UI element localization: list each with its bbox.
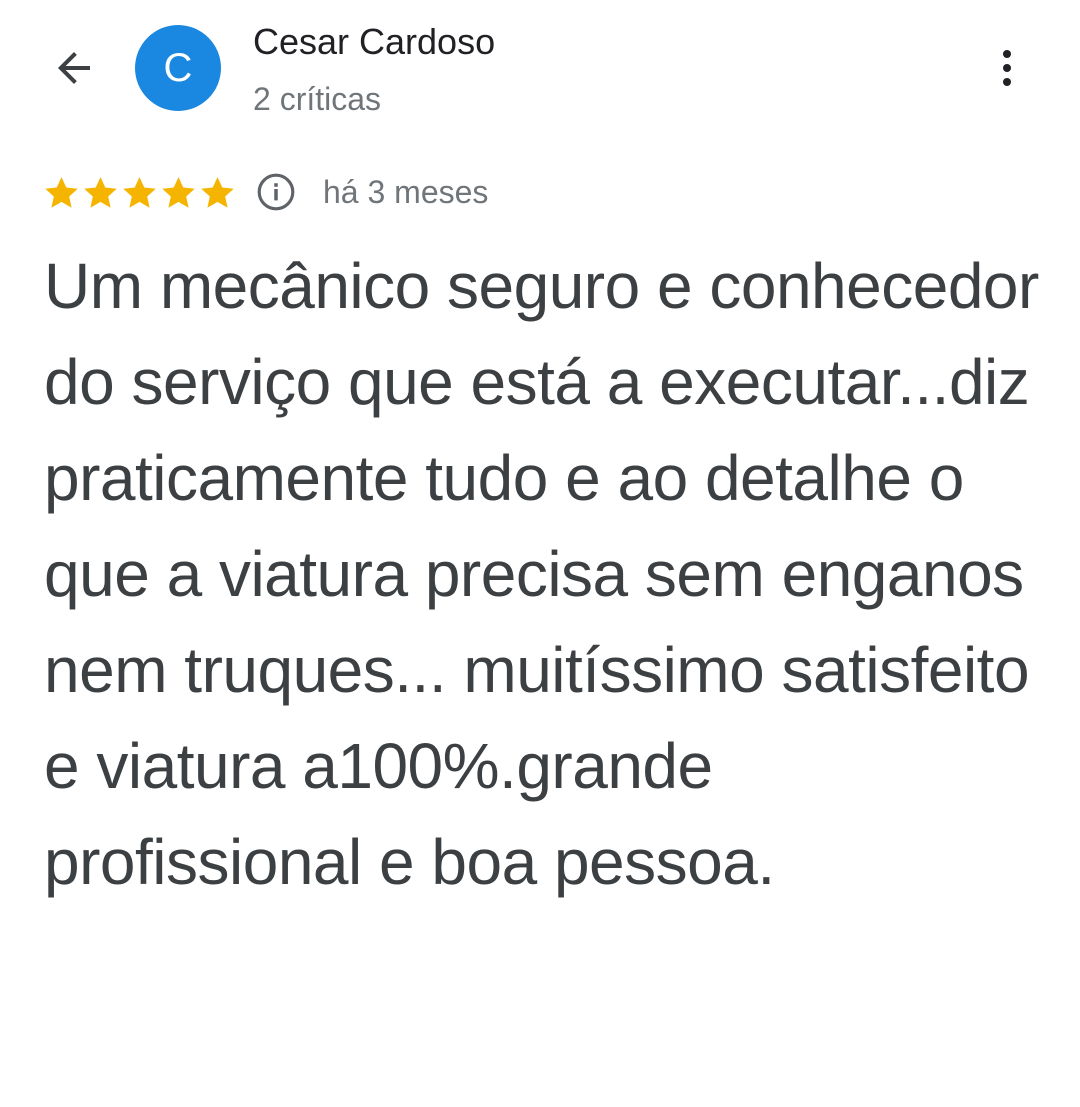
- back-button[interactable]: [44, 38, 104, 98]
- review-date: há 3 meses: [323, 174, 489, 210]
- star-filled-icon: [84, 176, 117, 208]
- star-rating: [42, 173, 237, 212]
- more-options-button[interactable]: [982, 40, 1032, 96]
- avatar[interactable]: C: [135, 25, 221, 111]
- arrow-back-icon: [58, 52, 90, 84]
- star-filled-icon: [45, 176, 78, 208]
- author-name[interactable]: Cesar Cardoso: [253, 20, 495, 64]
- more-vert-icon-dot: [1003, 50, 1011, 58]
- avatar-letter: C: [163, 46, 193, 90]
- star-filled-icon: [162, 176, 195, 208]
- rating-row: há 3 meses: [42, 168, 488, 216]
- review-text: Um mecânico seguro e conhecedor do servi…: [44, 250, 1039, 898]
- review-count: 2 críticas: [253, 81, 382, 117]
- star-filled-icon: [123, 176, 156, 208]
- more-vert-icon-dot: [1003, 78, 1011, 86]
- info-icon[interactable]: [255, 171, 297, 213]
- star-filled-icon: [201, 176, 234, 208]
- more-vert-icon-dot: [1003, 64, 1011, 72]
